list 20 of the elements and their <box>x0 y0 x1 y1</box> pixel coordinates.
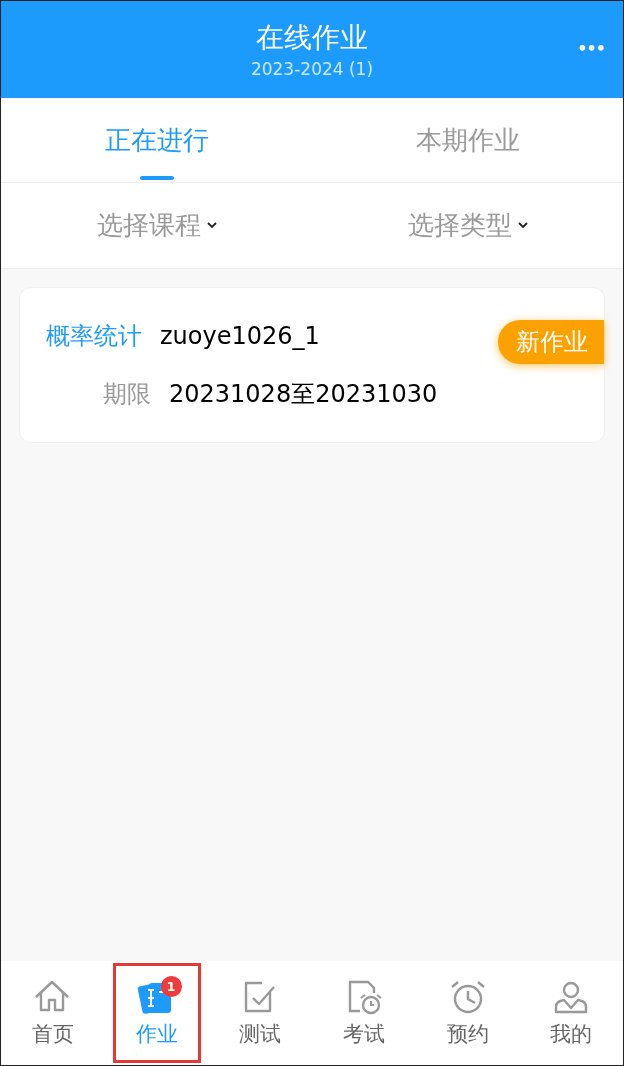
more-button[interactable]: ••• <box>577 37 605 61</box>
nav-tab[interactable]: 考试 <box>319 963 408 1063</box>
assignment-name: zuoye1026_1 <box>160 321 320 352</box>
new-badge: 新作业 <box>498 320 604 364</box>
term-label: 2023-2024 (1) <box>250 57 374 81</box>
nav-tab[interactable]: 预约 <box>423 963 512 1063</box>
nav-tab[interactable]: 1 作业 <box>112 963 201 1063</box>
nav-tab[interactable]: 我的 <box>527 963 616 1063</box>
page-title: 在线作业 <box>256 19 368 56</box>
nav-tab[interactable]: 首页 <box>8 963 97 1063</box>
assignment-card[interactable]: 概率统计 zuoye1026_1 期限 20231028至20231030 新作业 <box>19 287 605 443</box>
tab[interactable]: 正在进行 <box>104 120 209 160</box>
chevron-down-icon <box>206 222 217 229</box>
deadline-label: 期限 <box>103 379 151 410</box>
tab-indicator <box>139 176 174 180</box>
nav-tab[interactable]: 测试 <box>216 963 305 1063</box>
course-name: 概率统计 <box>46 321 142 352</box>
deadline-value: 20231028至20231030 <box>169 379 438 410</box>
count-badge: 1 <box>160 976 182 997</box>
chevron-down-icon <box>517 222 528 229</box>
